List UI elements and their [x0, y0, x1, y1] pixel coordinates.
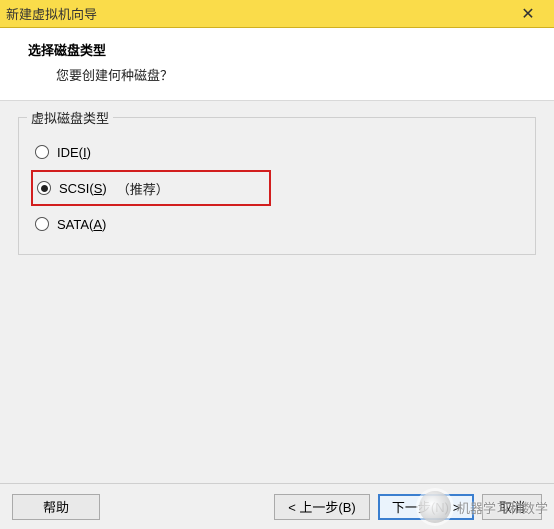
next-button[interactable]: 下一步(N) > [378, 494, 474, 520]
page-subtitle: 您要创建何种磁盘？ [56, 65, 526, 84]
titlebar: 新建虚拟机向导 ✕ [0, 0, 554, 28]
close-icon[interactable]: ✕ [508, 0, 548, 28]
back-button[interactable]: < 上一步(B) [274, 494, 370, 520]
radio-ide[interactable]: IDE(I) [31, 136, 523, 168]
radio-label: IDE(I) [57, 145, 91, 160]
disk-type-group: 虚拟磁盘类型 IDE(I) SCSI(S) （推荐） SATA(A) [18, 117, 536, 255]
radio-icon [37, 181, 51, 195]
help-button[interactable]: 帮助 [12, 494, 100, 520]
group-title: 虚拟磁盘类型 [27, 108, 113, 127]
wizard-header: 选择磁盘类型 您要创建何种磁盘？ [0, 28, 554, 101]
radio-icon [35, 145, 49, 159]
radio-label: SATA(A) [57, 217, 106, 232]
wizard-footer: 帮助 < 上一步(B) 下一步(N) > 取消 [0, 483, 554, 529]
radio-scsi-highlight: SCSI(S) （推荐） [31, 170, 271, 206]
page-title: 选择磁盘类型 [28, 40, 526, 59]
radio-suffix: （推荐） [117, 179, 169, 198]
radio-label: SCSI(S) [59, 181, 107, 196]
radio-scsi[interactable]: SCSI(S) （推荐） [37, 179, 169, 198]
content-area: 虚拟磁盘类型 IDE(I) SCSI(S) （推荐） SATA(A) [0, 101, 554, 255]
radio-sata[interactable]: SATA(A) [31, 208, 523, 240]
radio-icon [35, 217, 49, 231]
window-title: 新建虚拟机向导 [6, 4, 508, 23]
cancel-button[interactable]: 取消 [482, 494, 542, 520]
